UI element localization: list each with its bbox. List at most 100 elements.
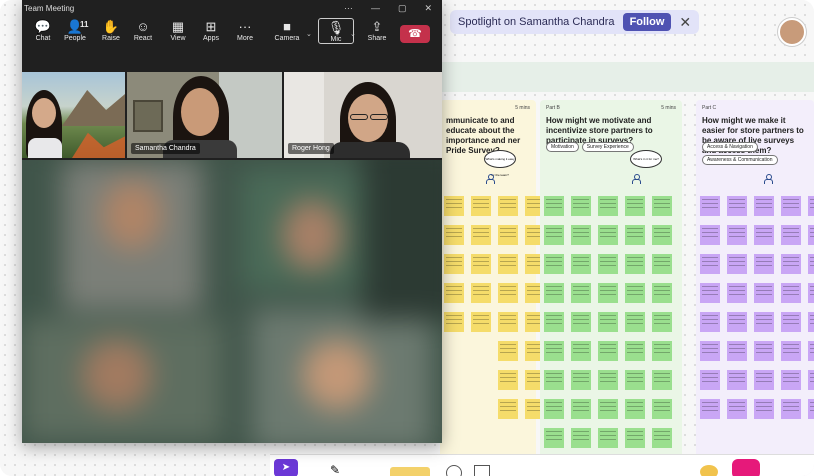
template-tool-icon[interactable] bbox=[732, 459, 760, 476]
sticky-note[interactable] bbox=[781, 196, 801, 216]
more-button[interactable]: ··· More bbox=[228, 18, 262, 42]
sticky-note[interactable] bbox=[444, 312, 464, 332]
maximize-icon[interactable]: ▢ bbox=[398, 3, 407, 14]
sticky-note[interactable] bbox=[444, 225, 464, 245]
sticky-note[interactable] bbox=[652, 254, 672, 274]
sticky-note[interactable] bbox=[544, 283, 564, 303]
sticky-note[interactable] bbox=[781, 341, 801, 361]
sticky-note[interactable] bbox=[727, 196, 747, 216]
sticky-note[interactable] bbox=[700, 341, 720, 361]
sticky-note[interactable] bbox=[498, 196, 518, 216]
sticky-note[interactable] bbox=[754, 283, 774, 303]
sticky-note[interactable] bbox=[781, 399, 801, 419]
sticky-note[interactable] bbox=[808, 225, 814, 245]
sticky-note[interactable] bbox=[498, 254, 518, 274]
sticky-note[interactable] bbox=[754, 312, 774, 332]
sticky-note[interactable] bbox=[625, 428, 645, 448]
mic-button[interactable]: 🎙 Mic bbox=[318, 18, 354, 44]
sticky-note[interactable] bbox=[571, 283, 591, 303]
board-section[interactable]: Part B5 mins How might we motivate and in… bbox=[540, 100, 682, 476]
sticky-note[interactable] bbox=[700, 225, 720, 245]
sticky-note[interactable] bbox=[781, 312, 801, 332]
sticky-note[interactable] bbox=[808, 312, 814, 332]
sticky-note[interactable] bbox=[625, 370, 645, 390]
sticky-note[interactable] bbox=[652, 399, 672, 419]
sticky-note[interactable] bbox=[652, 196, 672, 216]
camera-button[interactable]: ■ Camera bbox=[270, 18, 304, 42]
sticky-note[interactable] bbox=[571, 312, 591, 332]
camera-options-chevron-down-icon[interactable]: ⌄ bbox=[306, 30, 312, 38]
tag-chip[interactable]: Survey Experience bbox=[581, 142, 634, 152]
sticky-note[interactable] bbox=[598, 225, 618, 245]
sticky-note[interactable] bbox=[652, 312, 672, 332]
tag-chip[interactable]: Awareness & Communication bbox=[702, 155, 778, 165]
chat-button[interactable]: 💬 Chat bbox=[26, 18, 60, 42]
tag-chip[interactable]: Access & Navigation bbox=[702, 142, 758, 152]
board-section[interactable]: 5 mins mmunicate to and educate about the… bbox=[440, 100, 545, 476]
react-button[interactable]: ☺ React bbox=[126, 18, 160, 42]
sticky-note[interactable] bbox=[652, 225, 672, 245]
sticky-note[interactable] bbox=[571, 341, 591, 361]
sticky-note[interactable] bbox=[625, 254, 645, 274]
sticky-note[interactable] bbox=[544, 254, 564, 274]
share-button[interactable]: ⇪ Share bbox=[360, 18, 394, 42]
sticky-note[interactable] bbox=[781, 254, 801, 274]
sticky-note[interactable] bbox=[598, 196, 618, 216]
board-section[interactable]: Part C How might we make it easier for st… bbox=[696, 100, 814, 476]
sticky-note[interactable] bbox=[598, 341, 618, 361]
sticky-note[interactable] bbox=[498, 370, 518, 390]
sticky-note[interactable] bbox=[498, 225, 518, 245]
minimize-icon[interactable]: — bbox=[371, 3, 380, 14]
people-button[interactable]: 👤 11 People bbox=[58, 18, 92, 42]
sticky-note[interactable] bbox=[727, 312, 747, 332]
pen-icon[interactable]: ✎ bbox=[330, 463, 344, 476]
sticky-note[interactable] bbox=[444, 283, 464, 303]
sticky-note[interactable] bbox=[625, 196, 645, 216]
sticky-note[interactable] bbox=[781, 370, 801, 390]
sticky-note[interactable] bbox=[652, 283, 672, 303]
sticky-note[interactable] bbox=[498, 283, 518, 303]
sticky-note[interactable] bbox=[544, 370, 564, 390]
select-tool-icon[interactable]: ➤ bbox=[274, 459, 298, 476]
sticky-note[interactable] bbox=[571, 370, 591, 390]
sticky-note[interactable] bbox=[544, 196, 564, 216]
sticky-note[interactable] bbox=[808, 283, 814, 303]
user-avatar[interactable] bbox=[778, 18, 806, 46]
sticky-note[interactable] bbox=[700, 370, 720, 390]
sticky-note[interactable] bbox=[808, 399, 814, 419]
sticky-note[interactable] bbox=[544, 225, 564, 245]
sticky-note[interactable] bbox=[544, 341, 564, 361]
sticky-note[interactable] bbox=[727, 254, 747, 274]
sticky-note[interactable] bbox=[571, 399, 591, 419]
sticky-note[interactable] bbox=[571, 196, 591, 216]
leave-call-button[interactable]: ☎ bbox=[400, 25, 430, 43]
sticky-note[interactable] bbox=[625, 399, 645, 419]
sticky-note[interactable] bbox=[498, 341, 518, 361]
sticky-note[interactable] bbox=[571, 254, 591, 274]
sticky-note[interactable] bbox=[781, 283, 801, 303]
sticky-note[interactable] bbox=[625, 341, 645, 361]
view-button[interactable]: ▦ View bbox=[161, 18, 195, 42]
sticky-note[interactable] bbox=[727, 283, 747, 303]
close-icon[interactable]: ✕ bbox=[679, 14, 691, 31]
sticky-note[interactable] bbox=[781, 225, 801, 245]
sticky-note[interactable] bbox=[471, 254, 491, 274]
sticky-note[interactable] bbox=[625, 225, 645, 245]
sticky-note[interactable] bbox=[598, 254, 618, 274]
sticky-note[interactable] bbox=[598, 312, 618, 332]
sticky-note[interactable] bbox=[754, 196, 774, 216]
sticky-note[interactable] bbox=[754, 254, 774, 274]
sticky-note[interactable] bbox=[700, 312, 720, 332]
emoji-tool-icon[interactable] bbox=[700, 465, 718, 476]
sticky-note[interactable] bbox=[598, 283, 618, 303]
sticky-note-tool[interactable] bbox=[390, 467, 430, 476]
shape-square-icon[interactable] bbox=[474, 465, 490, 476]
raise-button[interactable]: ✋ Raise bbox=[94, 18, 128, 42]
apps-button[interactable]: ⊞ Apps bbox=[194, 18, 228, 42]
sticky-note[interactable] bbox=[598, 399, 618, 419]
video-tile[interactable]: Samantha Chandra bbox=[127, 72, 282, 158]
sticky-note[interactable] bbox=[498, 399, 518, 419]
sticky-note[interactable] bbox=[444, 196, 464, 216]
sticky-note[interactable] bbox=[471, 196, 491, 216]
sticky-note[interactable] bbox=[471, 312, 491, 332]
